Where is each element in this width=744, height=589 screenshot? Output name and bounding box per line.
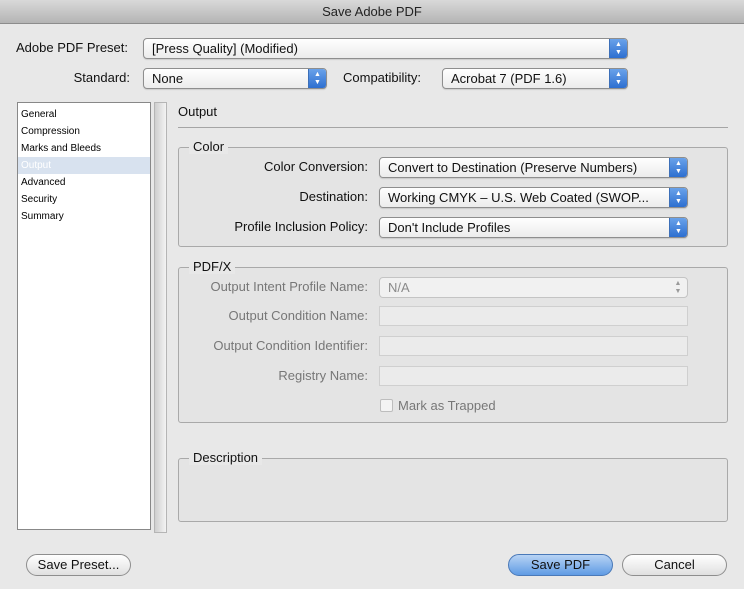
sidebar-item-output[interactable]: Output — [18, 157, 150, 174]
window-title: Save Adobe PDF — [0, 0, 744, 24]
up-down-arrows-icon: ▲ ▼ — [669, 188, 687, 207]
cancel-button[interactable]: Cancel — [622, 554, 727, 576]
output-condition-id-label: Output Condition Identifier: — [213, 338, 368, 353]
sidebar-item-compression[interactable]: Compression — [18, 123, 150, 140]
up-down-arrows-icon: ▲ ▼ — [609, 39, 627, 58]
sidebar-scrollbar[interactable] — [154, 102, 167, 533]
profile-inclusion-label: Profile Inclusion Policy: — [234, 219, 368, 234]
description-group-title: Description — [189, 450, 263, 465]
registry-name-label: Registry Name: — [278, 368, 368, 383]
color-conversion-popup[interactable]: Convert to Destination (Preserve Numbers… — [379, 157, 688, 178]
profile-inclusion-popup[interactable]: Don't Include Profiles ▲ ▼ — [379, 217, 688, 238]
pdfx-group-title: PDF/X — [189, 259, 236, 274]
sidebar-item-summary[interactable]: Summary — [18, 208, 150, 225]
up-down-arrows-icon: ▲ ▼ — [669, 218, 687, 237]
up-down-arrows-icon: ▲ ▼ — [308, 69, 326, 88]
up-down-arrows-icon: ▲ ▼ — [609, 69, 627, 88]
standard-popup[interactable]: None ▲ ▼ — [143, 68, 327, 89]
save-pdf-dialog: Save Adobe PDF Adobe PDF Preset: [Press … — [0, 0, 744, 589]
destination-popup[interactable]: Working CMYK – U.S. Web Coated (SWOP... … — [379, 187, 688, 208]
compatibility-label: Compatibility: — [343, 70, 422, 85]
preset-value: [Press Quality] (Modified) — [152, 41, 298, 56]
sidebar-item-advanced[interactable]: Advanced — [18, 174, 150, 191]
destination-value: Working CMYK – U.S. Web Coated (SWOP... — [388, 190, 649, 205]
output-condition-id-field[interactable] — [379, 336, 688, 356]
up-down-arrows-icon: ▲ ▼ — [669, 158, 687, 177]
panel-title: Output — [178, 104, 218, 119]
sidebar-item-marks-and-bleeds[interactable]: Marks and Bleeds — [18, 140, 150, 157]
profile-inclusion-value: Don't Include Profiles — [388, 220, 511, 235]
standard-value: None — [152, 71, 184, 86]
registry-name-field[interactable] — [379, 366, 688, 386]
sidebar-item-general[interactable]: General — [18, 106, 150, 123]
output-intent-popup[interactable]: N/A ▲ ▼ — [379, 277, 688, 298]
description-group — [178, 458, 728, 522]
destination-label: Destination: — [299, 189, 368, 204]
save-preset-button[interactable]: Save Preset... — [26, 554, 131, 576]
output-intent-value: N/A — [388, 280, 410, 295]
preset-popup[interactable]: [Press Quality] (Modified) ▲ ▼ — [143, 38, 628, 59]
save-pdf-button[interactable]: Save PDF — [508, 554, 613, 576]
output-condition-name-label: Output Condition Name: — [228, 308, 368, 323]
checkbox-icon[interactable] — [380, 399, 393, 412]
category-list: General Compression Marks and Bleeds Out… — [17, 102, 151, 530]
color-group-title: Color — [189, 139, 229, 154]
output-condition-name-field[interactable] — [379, 306, 688, 326]
compatibility-popup[interactable]: Acrobat 7 (PDF 1.6) ▲ ▼ — [442, 68, 628, 89]
output-intent-label: Output Intent Profile Name: — [210, 279, 368, 294]
standard-label: Standard: — [73, 70, 130, 85]
title-divider — [178, 127, 728, 128]
mark-as-trapped-label: Mark as Trapped — [398, 398, 496, 413]
compatibility-value: Acrobat 7 (PDF 1.6) — [451, 71, 567, 86]
up-down-arrows-icon: ▲ ▼ — [674, 280, 682, 295]
sidebar-item-security[interactable]: Security — [18, 191, 150, 208]
color-conversion-label: Color Conversion: — [263, 159, 368, 174]
preset-label: Adobe PDF Preset: — [16, 40, 128, 55]
color-conversion-value: Convert to Destination (Preserve Numbers… — [388, 160, 638, 175]
